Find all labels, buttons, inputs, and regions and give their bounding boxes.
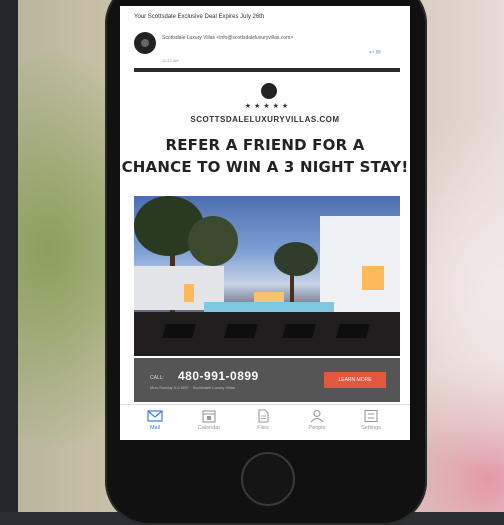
nav-label: Settings <box>361 425 381 431</box>
nav-label: Calendar <box>197 425 221 431</box>
nav-label: Mail <box>149 425 161 431</box>
business-hours: Mon-Sunday 9-6 MST · Scottsdale Luxury V… <box>150 385 236 390</box>
promo-headline-line1: REFER A FRIEND FOR A <box>165 136 365 154</box>
email-divider <box>134 68 400 72</box>
left-strip <box>0 0 18 512</box>
villa-wall <box>320 216 400 316</box>
lit-window <box>362 266 384 290</box>
phone-number[interactable]: 480-991-0899 <box>178 369 259 383</box>
palm-tree <box>274 242 318 276</box>
phone-screen: Your Scottsdale Exclusive Deal Expires J… <box>120 6 410 440</box>
settings-icon <box>364 409 378 423</box>
pool <box>204 302 334 312</box>
nav-item-calendar[interactable]: Calendar <box>184 409 234 431</box>
lit-window <box>184 284 194 302</box>
contact-bar: CALL: 480-991-0899 Mon-Sunday 9-6 MST · … <box>134 358 400 402</box>
lounge-chair <box>162 324 196 338</box>
people-icon <box>310 409 324 423</box>
tree <box>188 216 238 266</box>
lit-window <box>254 292 284 302</box>
home-button[interactable] <box>241 452 295 506</box>
promo-headline-line2: CHANCE TO WIN A 3 NIGHT STAY! <box>121 158 409 176</box>
villa-hero-image[interactable] <box>134 196 400 356</box>
nav-label: Files <box>257 425 269 431</box>
lounge-chair <box>282 324 316 338</box>
sender-avatar <box>134 32 156 54</box>
lounge-chair <box>336 324 370 338</box>
calendar-icon <box>202 410 216 423</box>
bottom-nav: Mail Calendar Files People Settings <box>120 404 410 440</box>
nav-item-mail[interactable]: Mail <box>130 409 180 431</box>
nav-label: People <box>308 425 326 431</box>
files-icon <box>258 409 269 423</box>
website-label[interactable]: SCOTTSDALELUXURYVILLAS.COM <box>120 115 410 124</box>
learn-more-button[interactable]: LEARN MORE <box>324 372 386 388</box>
email-time: 11:32 AM <box>162 58 179 63</box>
brand-logo <box>261 83 277 99</box>
call-label: CALL: <box>150 375 164 381</box>
email-subject: Your Scottsdale Exclusive Deal Expires J… <box>134 14 265 20</box>
nav-item-settings[interactable]: Settings <box>346 409 396 431</box>
reply-icon[interactable]: ↩ ✉ <box>369 49 381 56</box>
rating-stars: ★★★★★ <box>244 103 292 110</box>
nav-item-people[interactable]: People <box>292 409 342 431</box>
mail-icon <box>147 410 163 422</box>
nav-item-files[interactable]: Files <box>238 409 288 431</box>
email-sender[interactable]: Scottsdale Luxury Villas <info@scottsdal… <box>162 35 293 41</box>
lounge-chair <box>224 324 258 338</box>
